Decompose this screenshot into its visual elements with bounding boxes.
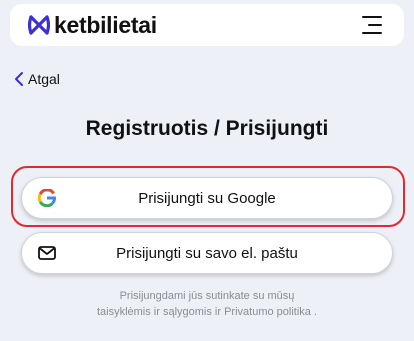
google-login-button[interactable]: Prisijungti su Google — [21, 177, 393, 219]
top-header: ketbilietai — [10, 4, 404, 46]
google-login-label: Prisijungti su Google — [138, 189, 276, 207]
back-link[interactable]: Atgal — [14, 71, 60, 87]
terms-notice: Prisijungdami jūs sutinkate su mūsų tais… — [0, 288, 414, 320]
brand-name: ketbilietai — [54, 11, 157, 38]
page-title: Registruotis / Prisijungti — [85, 117, 329, 140]
envelope-icon — [38, 246, 56, 260]
back-label: Atgal — [28, 71, 60, 87]
hamburger-menu-icon[interactable] — [360, 16, 382, 34]
brand-logo-link[interactable]: ketbilietai — [28, 12, 157, 39]
email-login-label: Prisijungti su savo el. paštu — [116, 244, 298, 262]
ketbilietai-logo-icon — [28, 14, 50, 36]
terms-line-1: Prisijungdami jūs sutinkate su mūsų — [119, 290, 295, 302]
chevron-left-icon — [14, 71, 24, 87]
email-login-button[interactable]: Prisijungti su savo el. paštu — [21, 232, 393, 274]
google-g-icon — [38, 189, 56, 207]
login-page: ketbilietai Atgal Registruotis / Prisiju… — [0, 0, 414, 341]
terms-line-2[interactable]: taisyklėmis ir sąlygomis ir Privatumo po… — [0, 304, 414, 320]
